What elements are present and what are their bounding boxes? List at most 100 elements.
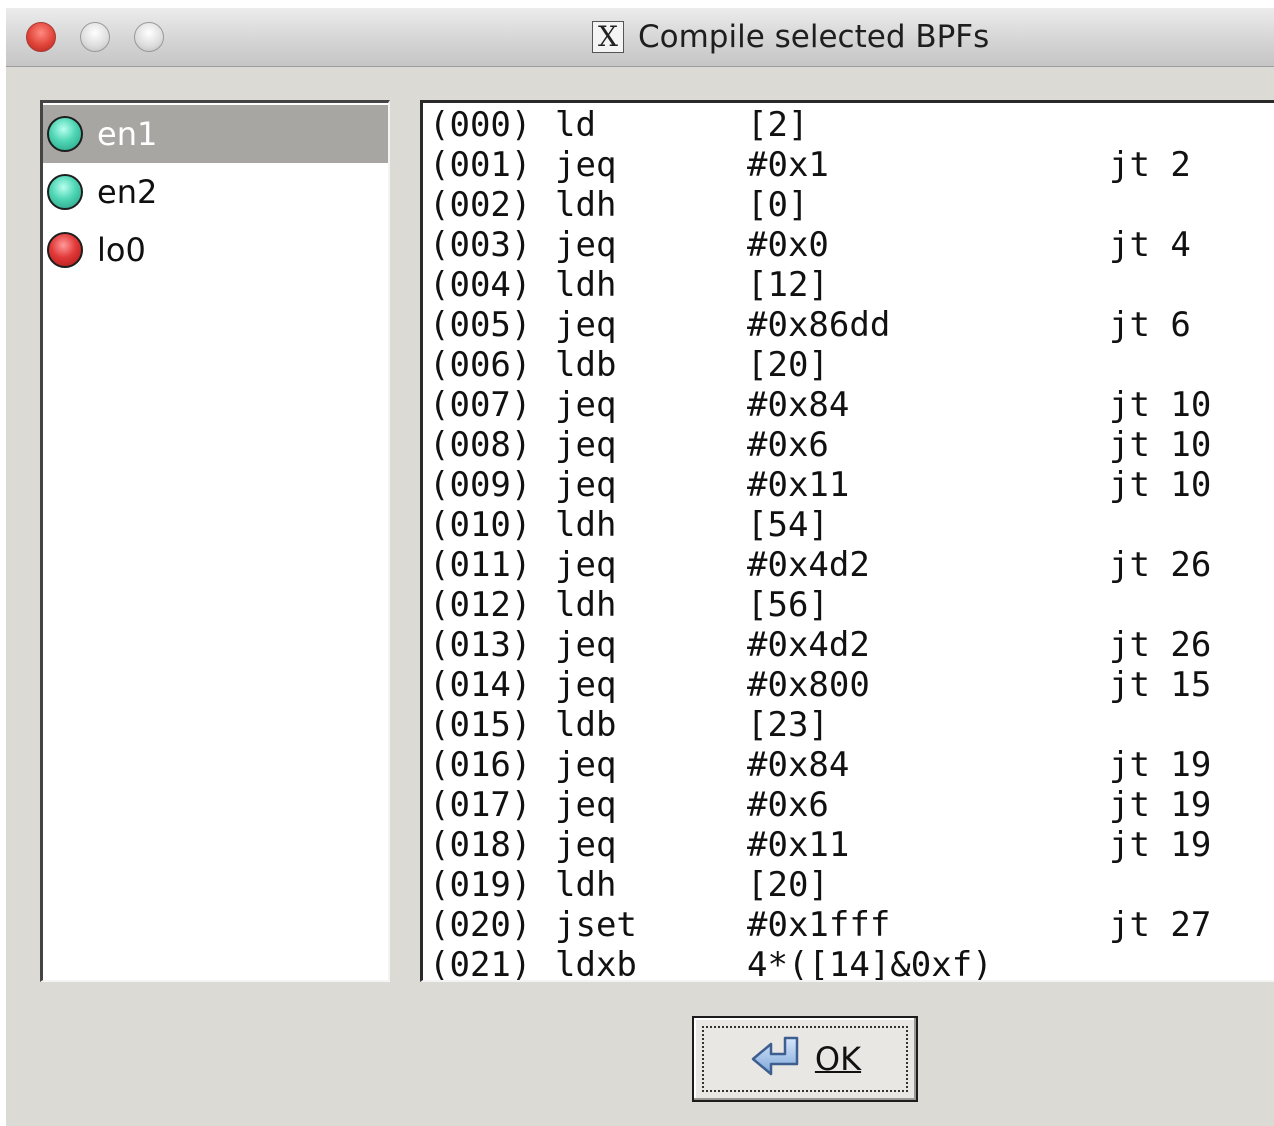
enter-arrow-icon [751,1036,799,1076]
code-line: (000) ld [2] [429,105,1274,145]
code-line: (012) ldh [56] [429,585,1274,625]
instruction-opcode: jeq [555,145,617,185]
instruction-argument: #0x1fff [747,905,891,945]
instruction-argument: #0x4d2 [747,625,870,665]
instruction-index: (015) [429,705,532,745]
instruction-jump: jt 4 [1109,225,1191,265]
instruction-argument: #0x11 [747,465,850,505]
code-line: (010) ldh [54] [429,505,1274,545]
code-line: (003) jeq #0x0 jt 4 [429,225,1274,265]
instruction-argument: [54] [747,505,829,545]
instruction-argument: [0] [747,185,809,225]
instruction-opcode: ldh [555,585,617,625]
instruction-opcode: ldxb [555,945,637,982]
interface-item-2[interactable]: lo0 [43,221,388,279]
instruction-opcode: ldh [555,865,617,905]
instruction-index: (019) [429,865,532,905]
instruction-jump: jt 26 [1109,545,1212,585]
ok-button-focus-ring: OK [702,1026,908,1092]
instruction-opcode: jeq [555,745,617,785]
status-dot-icon [47,116,83,152]
interface-name: lo0 [97,231,146,269]
instruction-opcode: jeq [555,385,617,425]
interface-name: en1 [97,115,158,153]
code-line: (007) jeq #0x84 jt 10 [429,385,1274,425]
instruction-opcode: ldb [555,705,617,745]
interface-list[interactable]: en1 en2 lo0 [40,100,390,982]
code-line: (009) jeq #0x11 jt 10 [429,465,1274,505]
instruction-jump: jt 2 [1109,145,1191,185]
interface-name: en2 [97,173,158,211]
instruction-opcode: jeq [555,225,617,265]
zoom-window-button[interactable] [134,22,164,52]
close-window-button[interactable] [26,22,56,52]
instruction-opcode: jeq [555,465,617,505]
instruction-jump: jt 10 [1109,425,1212,465]
instruction-index: (016) [429,745,532,785]
ok-button-label: OK [814,1040,862,1078]
instruction-argument: #0x800 [747,665,870,705]
code-line: (019) ldh [20] [429,865,1274,905]
instruction-index: (013) [429,625,532,665]
bpf-code-view[interactable]: (000) ld [2] (001) jeq #0x1 jt 2 (002) ldh [0] (00… [420,100,1274,982]
instruction-argument: #0x6 [747,425,829,465]
instruction-jump: jt 19 [1109,745,1212,785]
instruction-argument: #0x4d2 [747,545,870,585]
instruction-jump: jt 6 [1109,305,1191,345]
instruction-jump: jt 19 [1109,825,1212,865]
instruction-argument: [12] [747,265,829,305]
instruction-index: (003) [429,225,532,265]
instruction-index: (005) [429,305,532,345]
instruction-opcode: ldb [555,345,617,385]
code-line: (005) jeq #0x86dd jt 6 [429,305,1274,345]
instruction-index: (002) [429,185,532,225]
instruction-index: (009) [429,465,532,505]
instruction-index: (021) [429,945,532,982]
instruction-opcode: ld [555,105,596,145]
instruction-argument: #0x1 [747,145,829,185]
instruction-jump: jt 10 [1109,385,1212,425]
instruction-index: (014) [429,665,532,705]
instruction-argument: #0x6 [747,785,829,825]
status-dot-icon [47,174,83,210]
code-line: (004) ldh [12] [429,265,1274,305]
instruction-opcode: jeq [555,665,617,705]
instruction-jump: jt 27 [1109,905,1212,945]
instruction-index: (010) [429,505,532,545]
instruction-opcode: jeq [555,305,617,345]
instruction-jump: jt 19 [1109,785,1212,825]
instruction-index: (017) [429,785,532,825]
instruction-jump: jt 26 [1109,625,1212,665]
instruction-index: (011) [429,545,532,585]
instruction-index: (008) [429,425,532,465]
code-line: (011) jeq #0x4d2 jt 26 [429,545,1274,585]
code-line: (017) jeq #0x6 jt 19 [429,785,1274,825]
interface-item-1[interactable]: en2 [43,163,388,221]
code-line: (015) ldb [23] [429,705,1274,745]
instruction-opcode: ldh [555,505,617,545]
instruction-index: (012) [429,585,532,625]
window-title: Compile selected BPFs [638,19,990,55]
code-line: (021) ldxb 4*([14]&0xf) [429,945,1274,982]
code-line: (013) jeq #0x4d2 jt 26 [429,625,1274,665]
interface-item-0[interactable]: en1 [43,105,388,163]
instruction-argument: [2] [747,105,809,145]
minimize-window-button[interactable] [80,22,110,52]
instruction-argument: [56] [747,585,829,625]
instruction-opcode: jeq [555,625,617,665]
instruction-argument: #0x86dd [747,305,891,345]
instruction-index: (001) [429,145,532,185]
status-dot-icon [47,232,83,268]
instruction-argument: 4*([14]&0xf) [747,945,993,982]
instruction-argument: [20] [747,865,829,905]
code-line: (018) jeq #0x11 jt 19 [429,825,1274,865]
instruction-jump: jt 10 [1109,465,1212,505]
code-line: (016) jeq #0x84 jt 19 [429,745,1274,785]
code-line: (001) jeq #0x1 jt 2 [429,145,1274,185]
ok-button[interactable]: OK [692,1016,918,1102]
instruction-argument: #0x84 [747,385,850,425]
instruction-opcode: jeq [555,425,617,465]
instruction-argument: [23] [747,705,829,745]
instruction-opcode: jeq [555,825,617,865]
instruction-opcode: ldh [555,185,617,225]
